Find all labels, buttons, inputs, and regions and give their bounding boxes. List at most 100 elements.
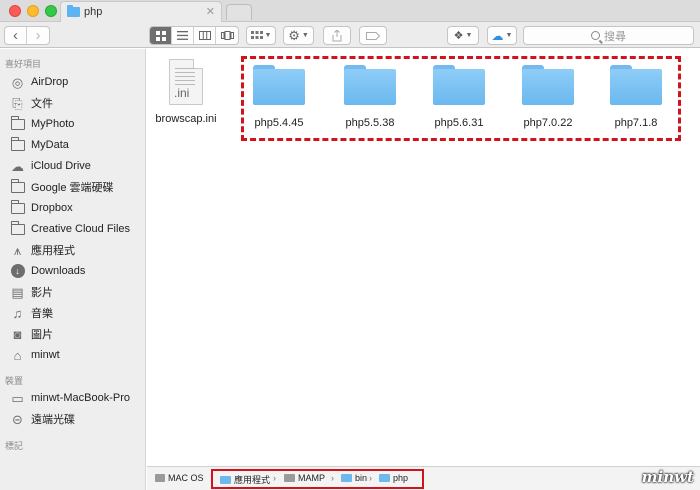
sidebar-item-movies[interactable]: ▤ 影片 bbox=[10, 282, 144, 302]
column-view-button[interactable] bbox=[194, 27, 216, 44]
highlight-dashed-box bbox=[241, 56, 681, 141]
sidebar-item-label: Dropbox bbox=[31, 202, 73, 214]
sidebar-item-label: iCloud Drive bbox=[31, 160, 91, 172]
sidebar-item-airdrop[interactable]: ◎ AirDrop bbox=[10, 72, 144, 92]
column-view-icon bbox=[198, 31, 211, 40]
share-icon bbox=[332, 29, 342, 41]
sidebar-item-label: minwt bbox=[31, 349, 60, 361]
folder-icon bbox=[10, 178, 25, 194]
chevron-right-icon: › bbox=[35, 27, 41, 44]
sidebar-item-label: 音樂 bbox=[31, 308, 53, 320]
file-name: browscap.ini bbox=[155, 113, 217, 125]
tag-icon bbox=[366, 31, 380, 40]
downloads-icon: ↓ bbox=[10, 264, 25, 278]
icon-view-button[interactable] bbox=[150, 27, 172, 44]
close-tab-icon[interactable]: ✕ bbox=[206, 5, 215, 18]
laptop-icon: ▭ bbox=[11, 390, 24, 406]
chevron-down-icon: ▼ bbox=[465, 32, 473, 39]
minimize-window-button[interactable] bbox=[27, 5, 39, 17]
sidebar-item-label: Google 雲端硬碟 bbox=[31, 182, 114, 194]
pictures-icon: ◙ bbox=[13, 326, 22, 342]
folder-icon bbox=[10, 136, 25, 152]
disk-icon bbox=[155, 474, 165, 482]
tab-php[interactable]: php ✕ bbox=[60, 1, 222, 22]
list-view-button[interactable] bbox=[172, 27, 194, 44]
coverflow-view-button[interactable] bbox=[216, 27, 238, 44]
documents-icon: ⎘ bbox=[12, 95, 23, 111]
sidebar-item-remote-disc[interactable]: ⊝ 遠端光碟 bbox=[10, 409, 144, 429]
sidebar-item-home[interactable]: ⌂ minwt bbox=[10, 345, 144, 365]
sidebar-item-google-drive[interactable]: Google 雲端硬碟 bbox=[10, 177, 144, 197]
edit-tags-button[interactable] bbox=[359, 26, 387, 45]
sidebar-item-pictures[interactable]: ◙ 圖片 bbox=[10, 324, 144, 344]
sidebar-item-documents[interactable]: ⎘ 文件 bbox=[10, 93, 144, 113]
sidebar-item-label: 文件 bbox=[31, 98, 53, 110]
new-tab-button[interactable] bbox=[226, 4, 252, 20]
sidebar-item-icloud-drive[interactable]: ☁ iCloud Drive bbox=[10, 156, 144, 176]
folder-icon bbox=[10, 220, 25, 236]
devices-header: 裝置 bbox=[5, 376, 24, 386]
zoom-window-button[interactable] bbox=[45, 5, 57, 17]
chevron-down-icon: ▼ bbox=[264, 32, 272, 39]
cloud-sync-button[interactable]: ☁ ▼ bbox=[487, 26, 517, 45]
path-item-macos[interactable]: MAC OS bbox=[155, 473, 204, 483]
sidebar-item-macbook[interactable]: ▭ minwt-MacBook-Pro bbox=[10, 388, 144, 408]
sidebar-item-downloads[interactable]: ↓ Downloads bbox=[10, 261, 144, 281]
watermark: minwt bbox=[641, 468, 694, 486]
view-mode-selector bbox=[149, 26, 239, 45]
chevron-down-icon: ▼ bbox=[505, 32, 513, 39]
sidebar-item-label: minwt-MacBook-Pro bbox=[31, 392, 131, 404]
chevron-down-icon: ▼ bbox=[301, 32, 309, 39]
disc-icon: ⊝ bbox=[12, 411, 23, 427]
sidebar-item-label: 應用程式 bbox=[31, 245, 75, 257]
search-field[interactable]: 搜尋 bbox=[523, 26, 694, 45]
forward-button[interactable]: › bbox=[27, 27, 49, 44]
sidebar-item-label: 圖片 bbox=[31, 329, 53, 341]
close-window-button[interactable] bbox=[9, 5, 21, 17]
search-icon bbox=[591, 31, 600, 40]
home-icon: ⌂ bbox=[13, 347, 22, 363]
folder-icon bbox=[10, 115, 25, 131]
sidebar-item-label: 影片 bbox=[31, 287, 53, 299]
dropbox-button[interactable]: ❖ ▼ bbox=[447, 26, 479, 45]
movies-icon: ▤ bbox=[11, 284, 24, 300]
search-placeholder: 搜尋 bbox=[604, 30, 626, 43]
back-button[interactable]: ‹ bbox=[5, 27, 27, 44]
chevron-left-icon: ‹ bbox=[13, 27, 18, 44]
sidebar-item-applications[interactable]: ⩚ 應用程式 bbox=[10, 240, 144, 260]
coverflow-view-icon bbox=[220, 31, 234, 40]
favorites-header: 喜好項目 bbox=[5, 59, 42, 69]
sidebar-item-label: MyData bbox=[31, 139, 69, 151]
arrange-button[interactable]: ▼ bbox=[246, 26, 276, 45]
sidebar-item-dropbox[interactable]: Dropbox bbox=[10, 198, 144, 218]
folder-icon bbox=[67, 5, 80, 17]
cloud-icon: ☁ bbox=[11, 158, 24, 174]
toolbar: ‹ › ▼ ⚙ ▼ ❖ ▼ ☁ ▼ 搜尋 bbox=[0, 22, 700, 48]
arrange-grid-icon bbox=[250, 31, 263, 39]
document-icon: .ini bbox=[169, 59, 203, 105]
title-bar: php ✕ bbox=[0, 0, 700, 22]
action-button[interactable]: ⚙ ▼ bbox=[283, 26, 314, 45]
tab-title: php bbox=[84, 6, 103, 18]
applications-icon: ⩚ bbox=[13, 242, 22, 258]
highlight-path-box bbox=[211, 469, 424, 489]
sidebar: 喜好項目 ◎ AirDrop ⎘ 文件 MyPhoto MyData ☁ iCl… bbox=[0, 49, 146, 490]
folder-icon bbox=[10, 199, 25, 215]
sidebar-item-label: 遠端光碟 bbox=[31, 414, 75, 426]
sidebar-item-label: AirDrop bbox=[31, 76, 69, 88]
sidebar-item-mydata[interactable]: MyData bbox=[10, 135, 144, 155]
share-button[interactable] bbox=[323, 26, 351, 45]
cloud-icon: ☁ bbox=[491, 28, 504, 43]
list-view-icon bbox=[177, 31, 188, 40]
path-item-label: MAC OS bbox=[168, 473, 204, 483]
sidebar-item-label: MyPhoto bbox=[31, 118, 75, 130]
sidebar-item-label: Downloads bbox=[31, 265, 86, 277]
nav-buttons: ‹ › bbox=[4, 26, 50, 45]
sidebar-item-music[interactable]: ♫ 音樂 bbox=[10, 303, 144, 323]
sidebar-item-creative-cloud[interactable]: Creative Cloud Files bbox=[10, 219, 144, 239]
sidebar-item-myphoto[interactable]: MyPhoto bbox=[10, 114, 144, 134]
file-item-browscap[interactable]: .ini browscap.ini bbox=[150, 59, 222, 125]
gear-icon: ⚙ bbox=[288, 27, 300, 43]
sidebar-item-label: Creative Cloud Files bbox=[31, 223, 131, 235]
music-icon: ♫ bbox=[12, 305, 23, 321]
